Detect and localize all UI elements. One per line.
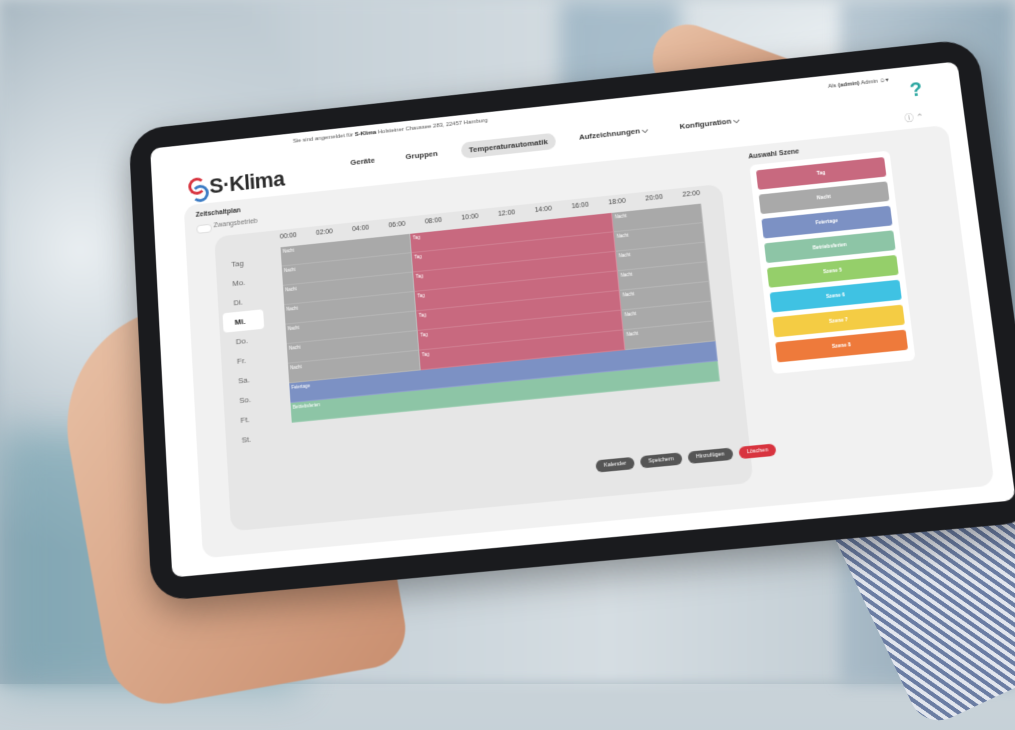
scene-list: Tag Nacht Feiertage Betriebsferien Szene 5 Sz… [749,151,915,375]
nav-item[interactable]: Geräte [342,151,383,171]
logo-blue-arc [191,184,209,203]
nav-item[interactable]: Aufzeichnungen ⌵ [570,121,656,147]
help-icon[interactable]: ? [909,79,924,102]
nav-item[interactable]: Temperaturautomatik [460,132,556,158]
nav-item[interactable]: Gruppen [397,144,446,165]
user-prefix: Als [828,83,837,90]
user-role: Admin [861,79,879,87]
user-info[interactable]: Als (admin) Admin ☺▾ [828,77,889,90]
user-name: (admin) [838,81,860,89]
company-name: S-Klima [355,130,377,138]
tablet-screen: Sie sind angemeldet für S-Klima Holstein… [150,61,1015,577]
brand-name: S·Klima [209,167,285,200]
schedule-blocks: Nacht Tag Nacht Nacht Tag Nacht Nacht Tag Nacht N… [281,204,727,483]
info-collapse-icon[interactable]: ⓘ ⌃ [904,110,925,125]
nav-item[interactable]: Konfiguration ⌵ [671,111,749,136]
tablet: Sie sind angemeldet für S-Klima Holstein… [150,61,1015,577]
login-prefix: Sie sind angemeldet für [293,132,354,144]
day-item[interactable]: Di. [221,289,270,313]
user-icon: ☺▾ [879,78,889,85]
logo-mark-icon [188,177,206,200]
